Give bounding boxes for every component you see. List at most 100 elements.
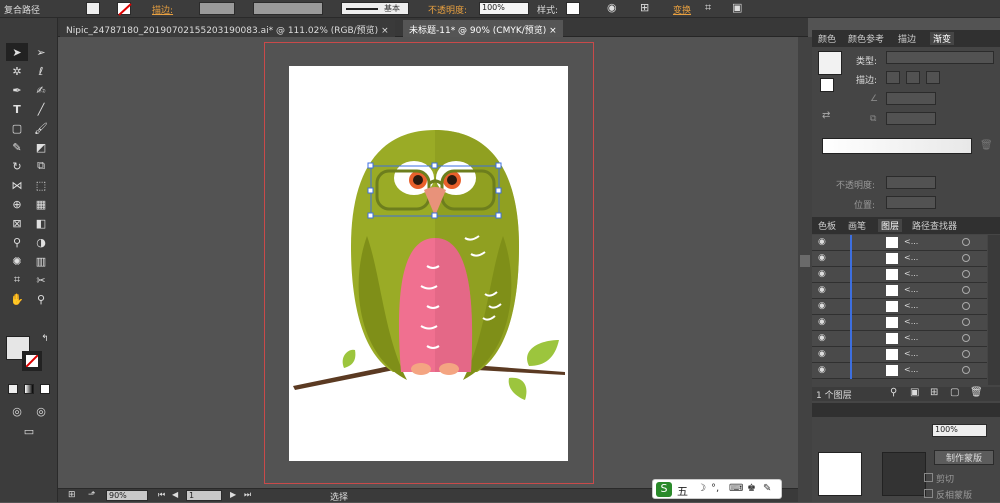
punctuation-icon[interactable]: °,	[711, 483, 719, 494]
color-mode-icon[interactable]	[8, 384, 18, 394]
layer-row[interactable]: ◉ <...	[812, 283, 987, 299]
layer-name[interactable]: <...	[904, 333, 918, 342]
rectangle-tool-icon[interactable]: ▢	[6, 119, 28, 137]
object-thumbnail[interactable]	[818, 452, 862, 496]
layer-name[interactable]: <...	[904, 269, 918, 278]
eye-icon[interactable]: ◉	[818, 253, 826, 263]
invert-mask-checkbox[interactable]	[924, 489, 933, 498]
swap-colors-icon[interactable]: ↰	[34, 330, 56, 348]
width-tool-icon[interactable]: ⋈	[6, 176, 28, 194]
graphic-style-swatch[interactable]	[566, 2, 580, 15]
make-mask-button[interactable]: 制作蒙版	[934, 450, 994, 465]
shape-builder-icon[interactable]: ⊕	[6, 195, 28, 213]
ime-mode-label[interactable]: 五	[677, 483, 688, 499]
line-tool-icon[interactable]: ╱	[30, 100, 52, 118]
close-icon[interactable]: ×	[381, 26, 389, 36]
zoom-tool-icon[interactable]: ⚲	[30, 290, 52, 308]
stroke-label[interactable]: 描边:	[152, 3, 173, 16]
curvature-tool-icon[interactable]: ✍	[30, 81, 52, 99]
magic-wand-icon[interactable]: ✲	[6, 62, 28, 80]
layer-row[interactable]: ◉ <...	[812, 331, 987, 347]
paintbrush-icon[interactable]: 🖌	[30, 119, 52, 137]
layer-row[interactable]: ◉ <...	[812, 363, 987, 379]
stroke-weight-input[interactable]	[199, 2, 235, 15]
page-select[interactable]: 1	[186, 490, 222, 501]
tab-stroke[interactable]: 描边	[898, 32, 916, 45]
zoom-select[interactable]: 90%	[106, 490, 148, 501]
first-page-icon[interactable]: ⏮	[158, 490, 165, 500]
free-transform-icon[interactable]: ⬚	[30, 176, 52, 194]
layer-name[interactable]: <...	[904, 237, 918, 246]
layer-name[interactable]: <...	[904, 349, 918, 358]
tab-color-guide[interactable]: 颜色参考	[848, 32, 884, 45]
layer-name[interactable]: <...	[904, 253, 918, 262]
skin-icon[interactable]: ♚	[747, 483, 756, 494]
prev-page-icon[interactable]: ◀	[172, 490, 178, 499]
eye-icon[interactable]: ◉	[818, 301, 826, 311]
graph-tool-icon[interactable]: ▥	[30, 252, 52, 270]
blend-tool-icon[interactable]: ◑	[30, 233, 52, 251]
ime-toolbar[interactable]: S 五 ☽ °, ⌨ ♚ ✎	[652, 479, 782, 499]
tab-layers[interactable]: 图层	[878, 219, 903, 232]
tab-gradient[interactable]: 渐变	[930, 32, 955, 45]
isolate-icon[interactable]: ⌗	[705, 1, 711, 15]
trash-icon[interactable]: 🗑	[980, 140, 993, 151]
new-sublayer-icon[interactable]: ⊞	[930, 387, 938, 398]
layer-row[interactable]: ◉ <...	[812, 251, 987, 267]
keyboard-icon[interactable]: ⌨	[729, 483, 743, 494]
eye-icon[interactable]: ◉	[818, 285, 826, 295]
pen-tool-icon[interactable]: ✒	[6, 81, 28, 99]
layer-name[interactable]: <...	[904, 317, 918, 326]
perspective-grid-icon[interactable]: ▦	[30, 195, 52, 213]
layer-name[interactable]: <...	[904, 285, 918, 294]
stroke-gradient-option-3[interactable]	[926, 71, 940, 84]
scrollbar-thumb[interactable]	[800, 255, 810, 267]
artboard-nav-icon[interactable]: ⊞	[68, 490, 76, 500]
brush-style-select[interactable]: 基本	[341, 2, 409, 15]
artboard-tool-icon[interactable]: ⌗	[6, 271, 28, 289]
last-page-icon[interactable]: ⏭	[244, 490, 251, 500]
pencil-icon[interactable]: ✎	[6, 138, 28, 156]
eyedropper-icon[interactable]: ⚲	[6, 233, 28, 251]
layers-scrollbar[interactable]	[988, 235, 1000, 385]
stroke-gradient-option-2[interactable]	[906, 71, 920, 84]
align-icon[interactable]: ⊞	[640, 1, 649, 14]
next-page-icon[interactable]: ▶	[230, 490, 236, 499]
target-icon[interactable]	[962, 350, 970, 358]
target-icon[interactable]	[962, 318, 970, 326]
none-mode-icon[interactable]	[40, 384, 50, 394]
target-icon[interactable]	[962, 270, 970, 278]
angle-input[interactable]	[886, 92, 936, 105]
scale-icon[interactable]: ⧉	[30, 157, 52, 175]
screen-mode-icon[interactable]: ▭	[18, 422, 40, 440]
eye-icon[interactable]: ◉	[818, 317, 826, 327]
layer-name[interactable]: <...	[904, 365, 918, 374]
eye-icon[interactable]: ◉	[818, 365, 826, 375]
gradient-type-select[interactable]	[886, 51, 994, 64]
tab-pathfinder[interactable]: 路径查找器	[912, 219, 957, 232]
target-icon[interactable]	[962, 238, 970, 246]
settings-icon[interactable]: ✎	[763, 483, 771, 494]
opacity-label[interactable]: 不透明度:	[428, 3, 467, 16]
eye-icon[interactable]: ◉	[818, 333, 826, 343]
fill-swatch[interactable]	[86, 2, 100, 15]
transparency-opacity-input[interactable]: 100%	[932, 424, 987, 437]
locate-object-icon[interactable]: ⚲	[890, 387, 897, 398]
options-icon[interactable]: ▣	[732, 1, 742, 14]
direct-selection-tool-icon[interactable]: ➢	[30, 43, 52, 61]
tab-document-2[interactable]: 未标题-11* @ 90% (CMYK/预览) ×	[403, 20, 563, 37]
hand-tool-icon[interactable]: ✋	[6, 290, 28, 308]
lasso-icon[interactable]: ℓ	[30, 62, 52, 80]
target-icon[interactable]	[962, 254, 970, 262]
tab-brushes[interactable]: 画笔	[848, 219, 866, 232]
tab-swatches[interactable]: 色板	[818, 219, 836, 232]
canvas-vertical-scrollbar[interactable]	[798, 37, 812, 502]
stroke-swatch[interactable]	[117, 2, 132, 16]
draw-behind-icon[interactable]: ◎	[30, 402, 52, 420]
target-icon[interactable]	[962, 334, 970, 342]
aspect-ratio-input[interactable]	[886, 112, 936, 125]
variable-width-select[interactable]	[253, 2, 323, 15]
target-icon[interactable]	[962, 366, 970, 374]
layer-row[interactable]: ◉ <...	[812, 315, 987, 331]
transform-link[interactable]: 变换	[673, 3, 691, 16]
